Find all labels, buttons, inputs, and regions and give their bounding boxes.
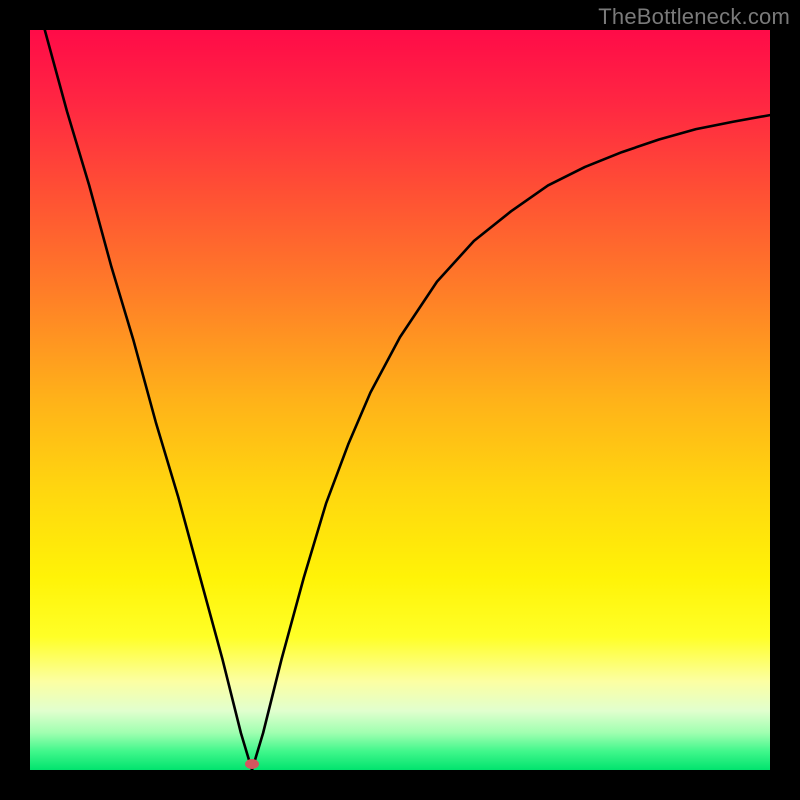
optimal-point-marker xyxy=(245,759,259,769)
bottleneck-curve xyxy=(30,30,770,770)
watermark-text: TheBottleneck.com xyxy=(598,4,790,30)
plot-area xyxy=(30,30,770,770)
chart-frame: TheBottleneck.com xyxy=(0,0,800,800)
